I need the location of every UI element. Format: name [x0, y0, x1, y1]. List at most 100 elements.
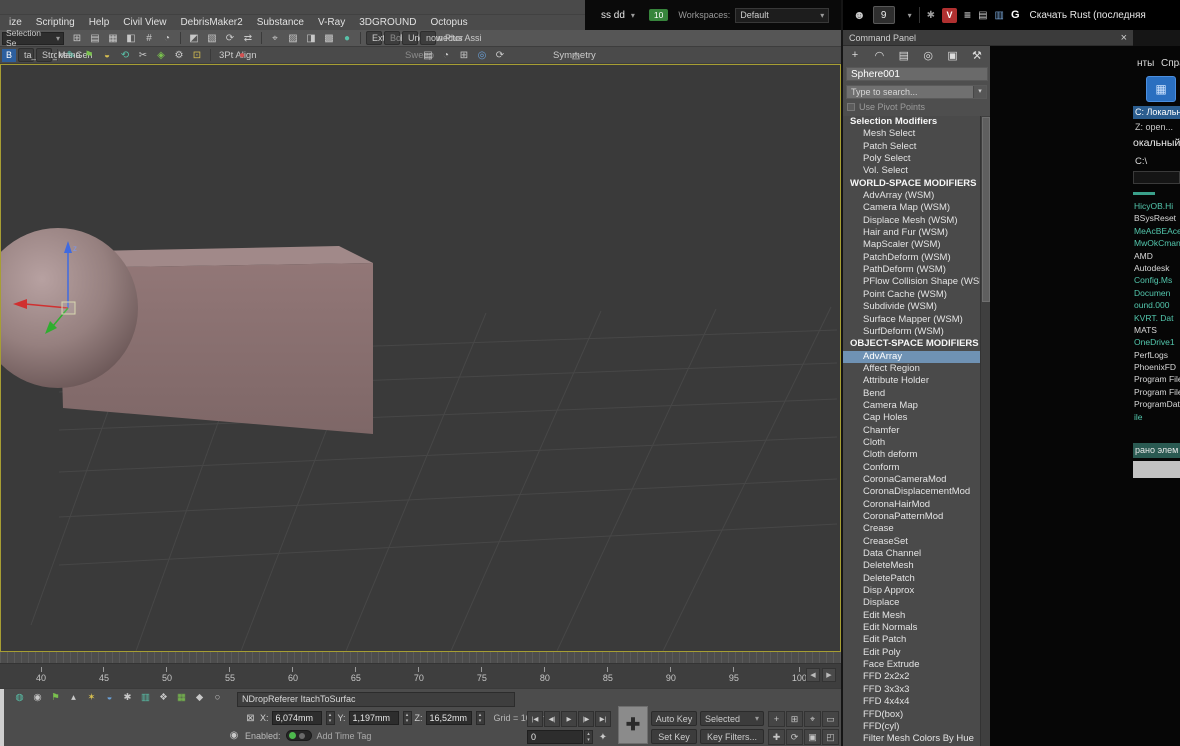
file-list-item[interactable]: ile: [1134, 411, 1180, 423]
modifier-list-item[interactable]: Displace: [843, 597, 980, 609]
border-fill-button[interactable]: Border Fill: [384, 31, 400, 45]
chevron-down-icon[interactable]: ▾: [908, 11, 912, 20]
grid-plus-icon[interactable]: ⊞: [456, 50, 472, 61]
list-icon[interactable]: ≡: [964, 8, 971, 22]
file-list-item[interactable]: PhoenixFD: [1134, 361, 1180, 373]
track-bar-ruler[interactable]: [0, 652, 841, 664]
use-pivot-points-checkbox[interactable]: [847, 103, 855, 111]
modifier-list-item[interactable]: CoronaPatternMod: [843, 511, 980, 523]
undo-icon[interactable]: ⟲: [117, 50, 133, 61]
panel-icon[interactable]: ▤: [420, 50, 436, 61]
extrude-icon[interactable]: ⊡: [189, 50, 205, 61]
modifier-list-item[interactable]: Conform: [843, 462, 980, 474]
modifier-list-item[interactable]: Chamfer: [843, 425, 980, 437]
asterisk-icon[interactable]: ✱: [120, 692, 135, 703]
y-coordinate-field[interactable]: [349, 711, 399, 725]
modifier-list-item[interactable]: FFD 4x4x4: [843, 696, 980, 708]
file-list-item[interactable]: Autodesk: [1134, 262, 1180, 274]
chevron-down-icon[interactable]: ▾: [973, 86, 986, 98]
render-frame-icon[interactable]: ▩: [321, 33, 337, 44]
file-list-item[interactable]: ound.000: [1134, 299, 1180, 311]
modifier-list-item[interactable]: DeletePatch: [843, 573, 980, 585]
key-mode-icon[interactable]: ✦: [596, 732, 610, 743]
modifier-list-item[interactable]: Cloth: [843, 437, 980, 449]
diamond-icon[interactable]: ◈: [153, 50, 169, 61]
command-panel-titlebar[interactable]: Command Panel ×: [843, 30, 1133, 46]
file-list-item[interactable]: Program File: [1134, 373, 1180, 385]
modifier-list-item[interactable]: Affect Region: [843, 363, 980, 375]
modifier-list-item[interactable]: WORLD-SPACE MODIFIERS: [843, 178, 980, 190]
modifier-list-item[interactable]: Edit Patch: [843, 634, 980, 646]
toolbar-icon[interactable]: [57, 49, 58, 61]
modifier-list-item[interactable]: Poly Select: [843, 153, 980, 165]
zoom-icon[interactable]: +: [768, 711, 785, 727]
redo-icon[interactable]: ⟳: [492, 50, 508, 61]
x-spinner[interactable]: [326, 711, 335, 725]
hierarchy-tab-icon[interactable]: ▤: [896, 49, 912, 62]
search-input[interactable]: ss dd: [601, 10, 625, 21]
file-list-item[interactable]: Config.Ms: [1134, 274, 1180, 286]
close-icon[interactable]: ×: [1121, 32, 1127, 44]
extendborders-button[interactable]: ExtendBorders: [366, 31, 382, 45]
time-spinner[interactable]: [584, 730, 593, 744]
display-tab-icon[interactable]: ▣: [945, 49, 961, 62]
pencil-icon[interactable]: ✎: [63, 50, 79, 61]
modifier-list-item[interactable]: Attribute Holder: [843, 375, 980, 387]
toolbar-grip[interactable]: [0, 689, 4, 746]
maximize-viewport-icon[interactable]: ▣: [804, 729, 821, 745]
timeline-right-arrow[interactable]: ▶: [822, 668, 836, 682]
explorer-tab-help[interactable]: Спра: [1161, 58, 1180, 69]
file-list-item[interactable]: MATS: [1134, 324, 1180, 336]
scissors-icon[interactable]: ✂: [135, 50, 151, 61]
symmetry-button[interactable]: Symmetry: [550, 50, 566, 61]
key-filter-set-dropdown[interactable]: Selected ▾: [700, 711, 764, 726]
modifier-list-item[interactable]: OBJECT-SPACE MODIFIERS: [843, 338, 980, 350]
toolbar-icon[interactable]: [360, 32, 361, 44]
rotate-icon[interactable]: ⟳: [222, 33, 238, 44]
half-circle-icon[interactable]: ◒: [102, 692, 117, 703]
selection-set-dropdown[interactable]: Selection Se ▾: [2, 32, 64, 45]
now-plus-assist-button[interactable]: now Plus Assi: [420, 31, 436, 45]
menu-debrismaker2[interactable]: DebrisMaker2: [173, 17, 249, 28]
grid-snap-icon[interactable]: ▦: [105, 33, 121, 44]
modifier-list-item[interactable]: CoronaHairMod: [843, 499, 980, 511]
add-time-tag-label[interactable]: Add Time Tag: [317, 731, 372, 741]
swap-icon[interactable]: ⇄: [240, 33, 256, 44]
modifier-list-item[interactable]: FFD(box): [843, 709, 980, 721]
orbit-icon[interactable]: ⟳: [786, 729, 803, 745]
triangle-icon[interactable]: △: [568, 50, 584, 61]
curve-editor-icon[interactable]: ▧: [204, 33, 220, 44]
clock-icon[interactable]: ◔: [438, 50, 454, 61]
gear-icon[interactable]: ⚙: [171, 50, 187, 61]
z-spinner[interactable]: [476, 711, 485, 725]
modifier-list-item[interactable]: Disp Approx: [843, 585, 980, 597]
selection-lock-icon[interactable]: ⊠: [244, 713, 257, 724]
file-list-item[interactable]: MwOkCman: [1134, 237, 1180, 249]
star-icon[interactable]: ✶: [84, 692, 99, 703]
go-to-start-button[interactable]: |◀: [527, 711, 543, 727]
paw-icon[interactable]: ✱: [927, 10, 935, 21]
timeline-left-arrow[interactable]: ◀: [806, 668, 820, 682]
object-name-field[interactable]: [846, 67, 988, 81]
modifier-list-item[interactable]: FFD 3x3x3: [843, 684, 980, 696]
flag-icon[interactable]: ⚑: [81, 50, 97, 61]
render-setup-icon[interactable]: ◨: [303, 33, 319, 44]
explorer-search-input[interactable]: [1133, 171, 1180, 184]
scrollbar-thumb[interactable]: [982, 117, 990, 302]
menu-octopus[interactable]: Octopus: [423, 17, 474, 28]
named-selection-icon[interactable]: ▤: [87, 33, 103, 44]
workspace-dropdown[interactable]: Default ▾: [735, 8, 829, 23]
modifier-list-item[interactable]: FFD(cyl): [843, 721, 980, 733]
user-count-badge[interactable]: 9: [873, 6, 895, 24]
modifier-list-item[interactable]: Surface Mapper (WSM): [843, 314, 980, 326]
align-icon[interactable]: ⌖: [267, 33, 283, 44]
next-frame-button[interactable]: |▶: [578, 711, 594, 727]
auto-key-button[interactable]: Auto Key: [651, 711, 697, 726]
render-icon[interactable]: ●: [339, 33, 355, 44]
modifier-list-item[interactable]: Filter Mesh Colors By Hue: [843, 733, 980, 745]
modifier-list-item[interactable]: DeleteMesh: [843, 560, 980, 572]
zoom-region-icon[interactable]: ▭: [822, 711, 839, 727]
explorer-tab-documents[interactable]: нты: [1137, 58, 1154, 69]
up-arrow-icon[interactable]: ▴: [66, 692, 81, 703]
modifier-list-item[interactable]: Edit Normals: [843, 622, 980, 634]
